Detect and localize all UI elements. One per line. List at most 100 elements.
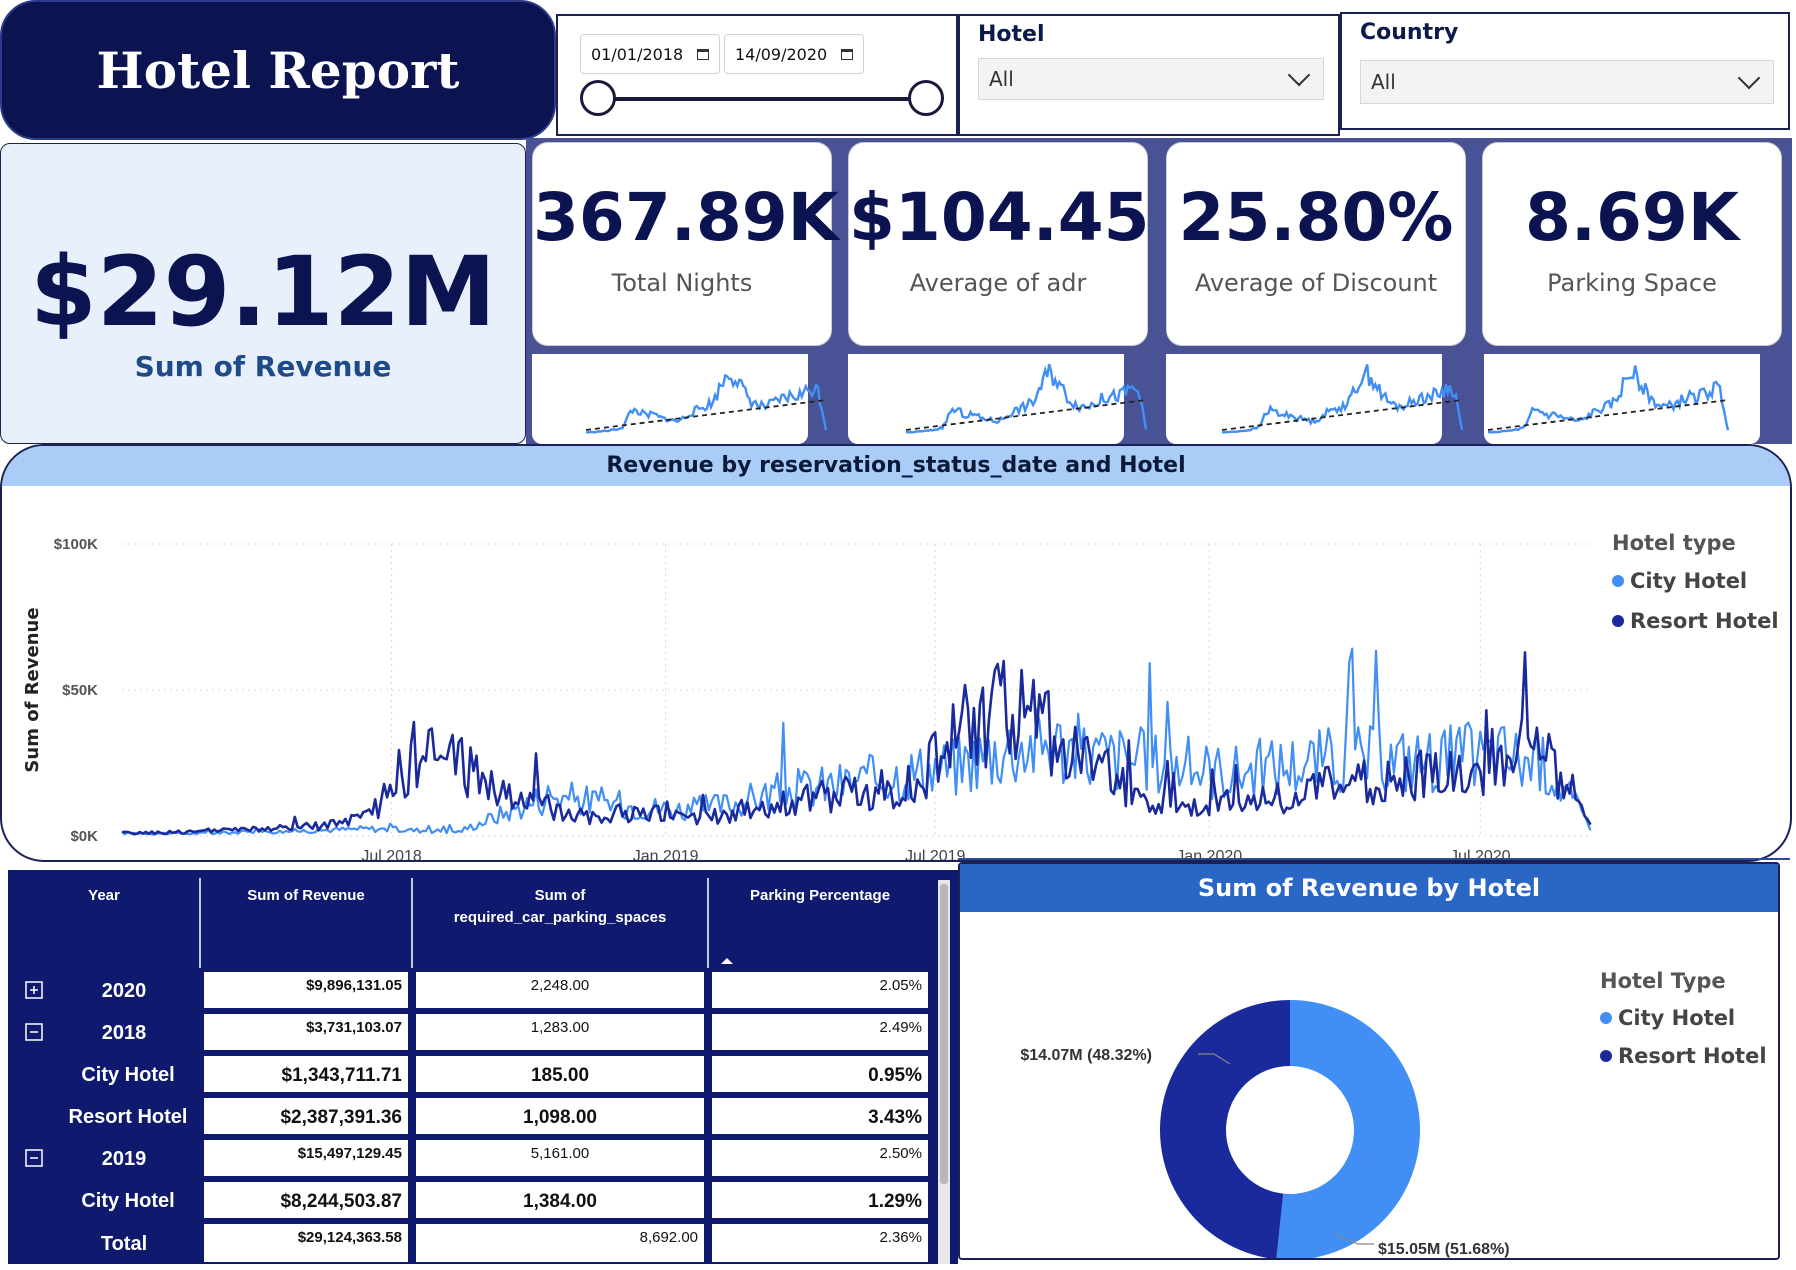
kpi-label: Average of adr (909, 269, 1087, 297)
table-row-label: 2018 (102, 1022, 147, 1044)
sparklines (585, 363, 1730, 434)
legend-marker (1600, 1012, 1612, 1024)
chevron-down-icon[interactable] (1287, 63, 1311, 87)
date-slider-track[interactable] (598, 97, 928, 101)
revenue-line-chart[interactable]: $0K$50K$100KJul 2018 Jan 2019 Jul 2019 Jan … (2, 486, 1792, 860)
kpi-value: 8.69K (1525, 179, 1739, 256)
legend-label: City Hotel (1630, 569, 1747, 593)
kpi-card-total-nights: 367.89K Total Nights (532, 142, 839, 346)
donut-chart-title: Sum of Revenue by Hotel (960, 864, 1778, 912)
y-tick-label: $100K (54, 536, 98, 553)
divider (958, 858, 1790, 860)
legend-title: Hotel Type (1600, 969, 1726, 993)
table-header-cell: Sum of (535, 887, 587, 904)
calendar-icon[interactable] (697, 48, 710, 60)
table-cell-revenue: $15,497,129.45 (298, 1145, 402, 1162)
chevron-down-icon[interactable] (1737, 66, 1761, 90)
table-header-cell: Sum of Revenue (247, 887, 365, 904)
revenue-matrix-table: Year Sum of Revenue Sum of required_car_par… (8, 870, 958, 1264)
y-tick-label: $50K (62, 682, 98, 699)
table-cell-parking: 1,384.00 (523, 1191, 597, 1212)
date-slider-end-handle[interactable] (908, 80, 944, 116)
table-header-cell: required_car_parking_spaces (454, 909, 667, 926)
table-row-label: City Hotel (81, 1064, 174, 1086)
date-range-slicer[interactable]: 01/01/2018 14/09/2020 (556, 14, 958, 136)
line-chart-title: Revenue by reservation_status_date and H… (2, 446, 1790, 486)
revenue-value: $29.12M (30, 236, 496, 348)
country-dropdown-value: All (1371, 70, 1396, 94)
table-cell-parking: 185.00 (531, 1065, 589, 1086)
legend-label: City Hotel (1618, 1006, 1735, 1030)
end-date-value: 14/09/2020 (735, 44, 828, 64)
sparkline-trendline (585, 399, 827, 431)
revenue-card: $29.12M Sum of Revenue (0, 143, 526, 444)
table-cell-percentage: 2.36% (879, 1229, 922, 1246)
legend-marker (1612, 575, 1624, 587)
table-cell-parking: 1,283.00 (531, 1019, 589, 1036)
date-slider-start-handle[interactable] (580, 80, 616, 116)
table-header-cell: Year (88, 887, 120, 904)
revenue-line-chart-panel: Revenue by reservation_status_date and H… (0, 444, 1792, 862)
table-cell-parking: 2,248.00 (531, 977, 589, 994)
sparkline-series (905, 363, 1148, 434)
table-cell-percentage: 2.05% (879, 977, 922, 994)
table-cell-revenue: $2,387,391.36 (280, 1107, 402, 1128)
kpi-value: 367.89K (533, 179, 839, 256)
x-tick-label: Jul 2019 (905, 848, 966, 860)
table-cell-parking: 8,692.00 (640, 1229, 698, 1246)
legend-marker (1600, 1050, 1612, 1062)
revenue-label: Sum of Revenue (134, 350, 392, 383)
country-dropdown[interactable]: All (1360, 60, 1774, 104)
donut-slice-resort-hotel (1160, 1000, 1290, 1258)
table-cell-percentage: 2.50% (879, 1145, 922, 1162)
start-date-value: 01/01/2018 (591, 44, 684, 64)
kpi-value: 25.80% (1178, 179, 1454, 256)
country-slicer: Country All (1340, 12, 1790, 130)
donut-slice-city-hotel (1276, 1000, 1420, 1258)
table-cell-percentage: 2.49% (879, 1019, 922, 1036)
sparkline-trendline (1487, 399, 1729, 431)
hotel-slicer-label: Hotel (978, 22, 1045, 47)
table-scrollbar-thumb (940, 884, 948, 1184)
revenue-donut-chart[interactable]: $15.05M (51.68%) $14.07M (48.32%) Hotel Ty… (960, 912, 1778, 1258)
start-date-field[interactable]: 01/01/2018 (580, 34, 721, 74)
table-cell-parking: 5,161.00 (531, 1145, 589, 1162)
series-line-city-hotel (121, 647, 1592, 836)
matrix-grid: Year Sum of Revenue Sum of required_car_par… (8, 870, 950, 1264)
hotel-dropdown[interactable]: All (978, 58, 1324, 100)
kpi-card-average-adr: $104.45 Average of adr (848, 142, 1150, 346)
kpi-card-average-discount: 25.80% Average of Discount (1166, 142, 1466, 346)
end-date-field[interactable]: 14/09/2020 (724, 34, 865, 74)
legend-title: Hotel type (1612, 531, 1736, 555)
y-axis-title: Sum of Revenue (22, 607, 43, 772)
table-cell-revenue: $9,896,131.05 (306, 977, 402, 994)
table-row-label: City Hotel (81, 1190, 174, 1212)
legend-marker (1612, 615, 1624, 627)
table-cell-revenue: $29,124,363.58 (298, 1229, 402, 1246)
calendar-icon[interactable] (841, 48, 854, 60)
table-header-cell: Parking Percentage (750, 887, 890, 904)
report-title: Hotel Report (0, 0, 556, 140)
hotel-dropdown-value: All (989, 67, 1014, 91)
revenue-donut-panel: Sum of Revenue by Hotel $15.05M (51.68%)… (958, 862, 1780, 1260)
table-row-label: 2019 (102, 1148, 147, 1170)
table-cell-revenue: $3,731,103.07 (306, 1019, 402, 1036)
sparkline-series (1221, 364, 1464, 434)
table-row-label: Resort Hotel (69, 1106, 188, 1128)
x-tick-label: Jan 2019 (633, 848, 699, 860)
legend-label: Resort Hotel (1630, 609, 1779, 633)
table-cell-percentage: 3.43% (868, 1107, 922, 1128)
donut-data-label: $14.07M (48.32%) (1020, 1047, 1152, 1064)
sparkline-series (585, 373, 828, 434)
kpi-label: Total Nights (611, 269, 753, 297)
sparkline-series (1488, 365, 1730, 434)
kpi-label: Parking Space (1547, 269, 1717, 297)
y-tick-label: $0K (70, 828, 98, 845)
series-line-resort-hotel (121, 651, 1592, 836)
table-row-label: 2020 (102, 980, 147, 1002)
table-cell-revenue: $1,343,711.71 (282, 1065, 403, 1086)
sparkline-trendline (905, 399, 1147, 431)
x-tick-label: Jul 2018 (361, 848, 422, 860)
table-cell-revenue: $8,244,503.87 (280, 1191, 402, 1212)
table-cell-parking: 1,098.00 (523, 1107, 597, 1128)
